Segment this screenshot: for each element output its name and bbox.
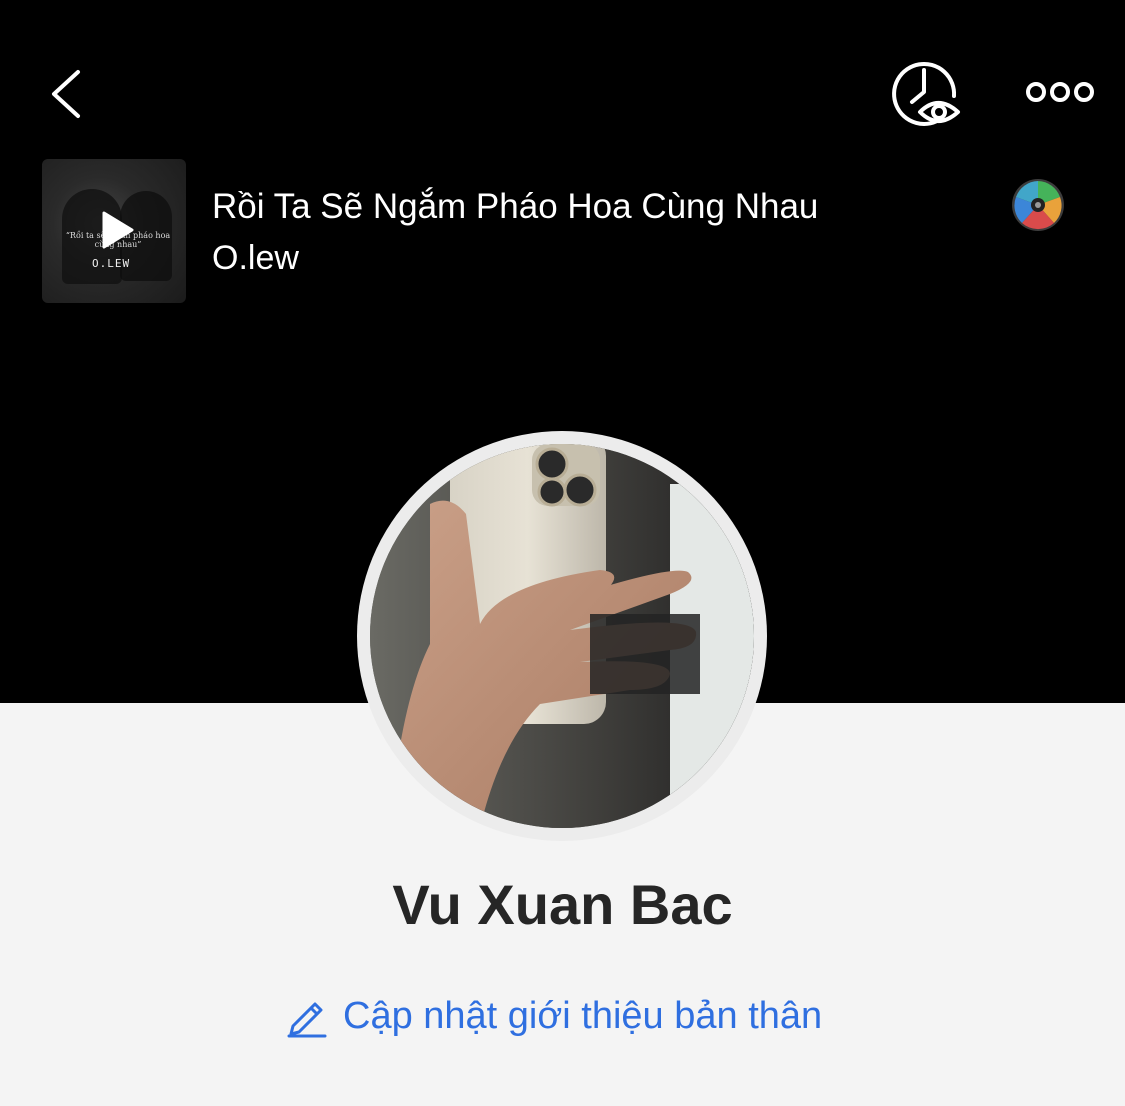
chevron-left-icon	[52, 70, 80, 118]
clock-eye-icon	[892, 61, 960, 126]
album-art[interactable]: “Rồi ta sẽ ngắm pháo hoa cùng nhau” O.LE…	[42, 159, 186, 303]
profile-name: Vu Xuan Bac	[392, 873, 733, 936]
back-button[interactable]	[40, 62, 100, 126]
music-disc-icon[interactable]	[1010, 177, 1066, 233]
more-options-button[interactable]	[1022, 70, 1102, 114]
profile-music-card[interactable]: “Rồi ta sẽ ngắm pháo hoa cùng nhau” O.LE…	[42, 159, 1082, 304]
update-bio-link[interactable]: Cập nhật giới thiệu bản thân	[285, 988, 822, 1044]
play-icon[interactable]	[100, 211, 134, 249]
album-artist-mark: O.LEW	[92, 257, 131, 270]
more-horizontal-icon	[1026, 82, 1094, 102]
song-title: Rồi Ta Sẽ Ngắm Pháo Hoa Cùng Nhau	[212, 187, 819, 226]
avatar[interactable]	[370, 444, 754, 828]
view-history-button[interactable]	[890, 56, 964, 130]
update-bio-label: Cập nhật giới thiệu bản thân	[343, 994, 823, 1037]
song-artist: O.lew	[212, 239, 299, 277]
pencil-icon	[287, 1002, 327, 1038]
avatar-photo	[370, 444, 754, 828]
